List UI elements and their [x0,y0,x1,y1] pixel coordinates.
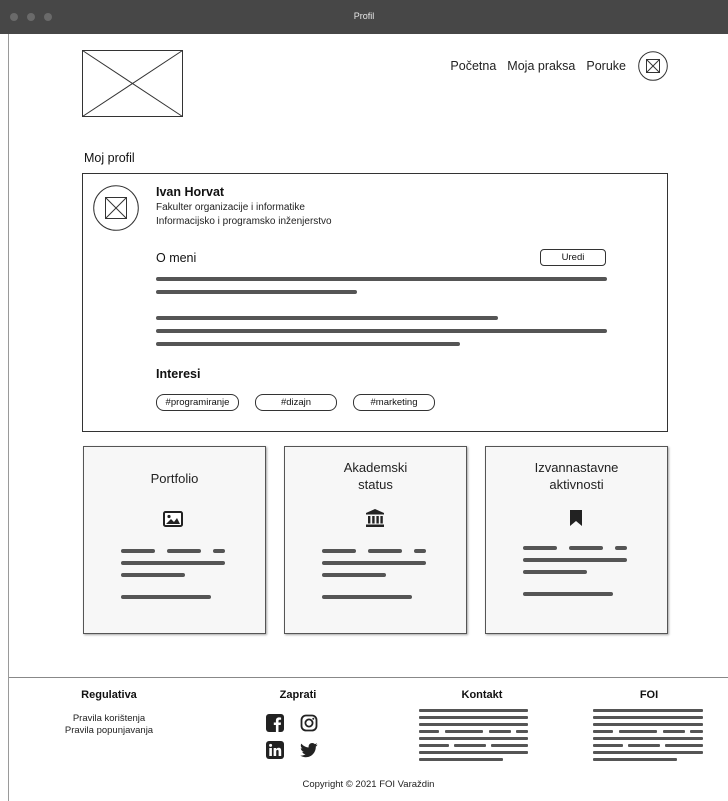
text-placeholder-line [419,716,528,719]
institution-icon [366,509,384,527]
footer-link-rules[interactable]: Pravila popunjavanja [49,725,169,736]
text-placeholder-line [419,744,449,747]
text-placeholder-line [121,573,185,577]
twitter-icon[interactable] [300,741,318,759]
interest-tag[interactable]: #programiranje [156,394,239,411]
text-placeholder-line [156,342,460,346]
text-placeholder-line [615,546,627,550]
linkedin-icon[interactable] [266,741,284,759]
text-placeholder-line [523,570,587,574]
text-placeholder-line [690,730,703,733]
profile-faculty: Fakulter organizacije i informatike [156,202,305,213]
text-placeholder-line [593,744,623,747]
text-placeholder-line [156,277,607,281]
edit-button[interactable]: Uredi [540,249,606,266]
logo-placeholder[interactable] [82,50,183,117]
footer-heading-regulativa: Regulativa [81,689,137,701]
footer-heading-zaprati: Zaprati [279,689,317,701]
text-placeholder-line [663,730,685,733]
interests-heading: Interesi [156,367,201,381]
text-placeholder-line [419,730,439,733]
card-title: Akademski status [343,460,408,492]
text-placeholder-line [619,730,657,733]
academic-status-card[interactable]: Akademski status [284,446,467,634]
text-placeholder-line [419,751,528,754]
text-placeholder-line [593,751,703,754]
nav-item-pocetna[interactable]: Početna [450,59,496,73]
text-placeholder-line [523,558,627,562]
text-placeholder-line [322,595,412,599]
text-placeholder-line [516,730,528,733]
facebook-icon[interactable] [266,714,284,732]
text-placeholder-line [489,730,511,733]
profile-program: Informacijsko i programsko inženjerstvo [156,216,332,227]
text-placeholder-line [156,316,498,320]
image-icon [163,511,183,527]
about-heading: O meni [156,251,197,265]
main-nav: Početna Moja praksa Poruke [450,59,626,73]
text-placeholder-line [628,744,660,747]
portfolio-card[interactable]: Portfolio [83,446,266,634]
window-titlebar: Profil [0,0,728,34]
window-title: Profil [353,11,375,21]
text-placeholder-line [414,549,426,553]
nav-item-poruke[interactable]: Poruke [586,59,626,73]
text-placeholder-line [593,730,613,733]
profile-avatar-icon [93,185,139,231]
footer-link-terms[interactable]: Pravila korištenja [49,713,169,724]
text-placeholder-line [167,549,201,553]
nav-item-moja-praksa[interactable]: Moja praksa [507,59,575,73]
text-placeholder-line [156,329,607,333]
card-title: Izvannastavne aktivnosti [534,460,619,492]
text-placeholder-line [368,549,402,553]
footer-heading-kontakt: Kontakt [461,689,503,701]
profile-card: Ivan Horvat Fakulter organizacije i info… [82,173,668,432]
text-placeholder-line [445,730,483,733]
text-placeholder-line [491,744,528,747]
text-placeholder-line [322,561,426,565]
footer: Regulativa Pravila korištenja Pravila po… [9,677,728,801]
card-title: Portfolio [150,471,199,486]
extracurricular-card[interactable]: Izvannastavne aktivnosti [485,446,668,634]
text-placeholder-line [156,290,357,294]
text-placeholder-line [593,716,703,719]
text-placeholder-line [121,561,225,565]
text-placeholder-line [593,723,703,726]
text-placeholder-line [593,737,703,740]
text-placeholder-line [322,549,356,553]
interest-tag[interactable]: #dizajn [255,394,337,411]
text-placeholder-line [593,709,703,712]
profile-name: Ivan Horvat [156,185,225,199]
user-avatar-icon[interactable] [638,51,668,81]
text-placeholder-line [523,592,613,596]
text-placeholder-line [665,744,703,747]
instagram-icon[interactable] [300,714,318,732]
copyright-text: Copyright © 2021 FOI Varaždin [302,779,435,790]
text-placeholder-line [569,546,603,550]
text-placeholder-line [523,546,557,550]
interest-tag[interactable]: #marketing [353,394,435,411]
text-placeholder-line [121,549,155,553]
text-placeholder-line [419,723,528,726]
text-placeholder-line [213,549,225,553]
text-placeholder-line [322,573,386,577]
footer-heading-foi: FOI [639,689,659,701]
text-placeholder-line [419,758,503,761]
text-placeholder-line [121,595,211,599]
text-placeholder-line [419,737,528,740]
page-title: Moj profil [84,151,135,165]
text-placeholder-line [454,744,486,747]
bookmark-icon [570,510,582,526]
text-placeholder-line [419,709,528,712]
text-placeholder-line [593,758,677,761]
